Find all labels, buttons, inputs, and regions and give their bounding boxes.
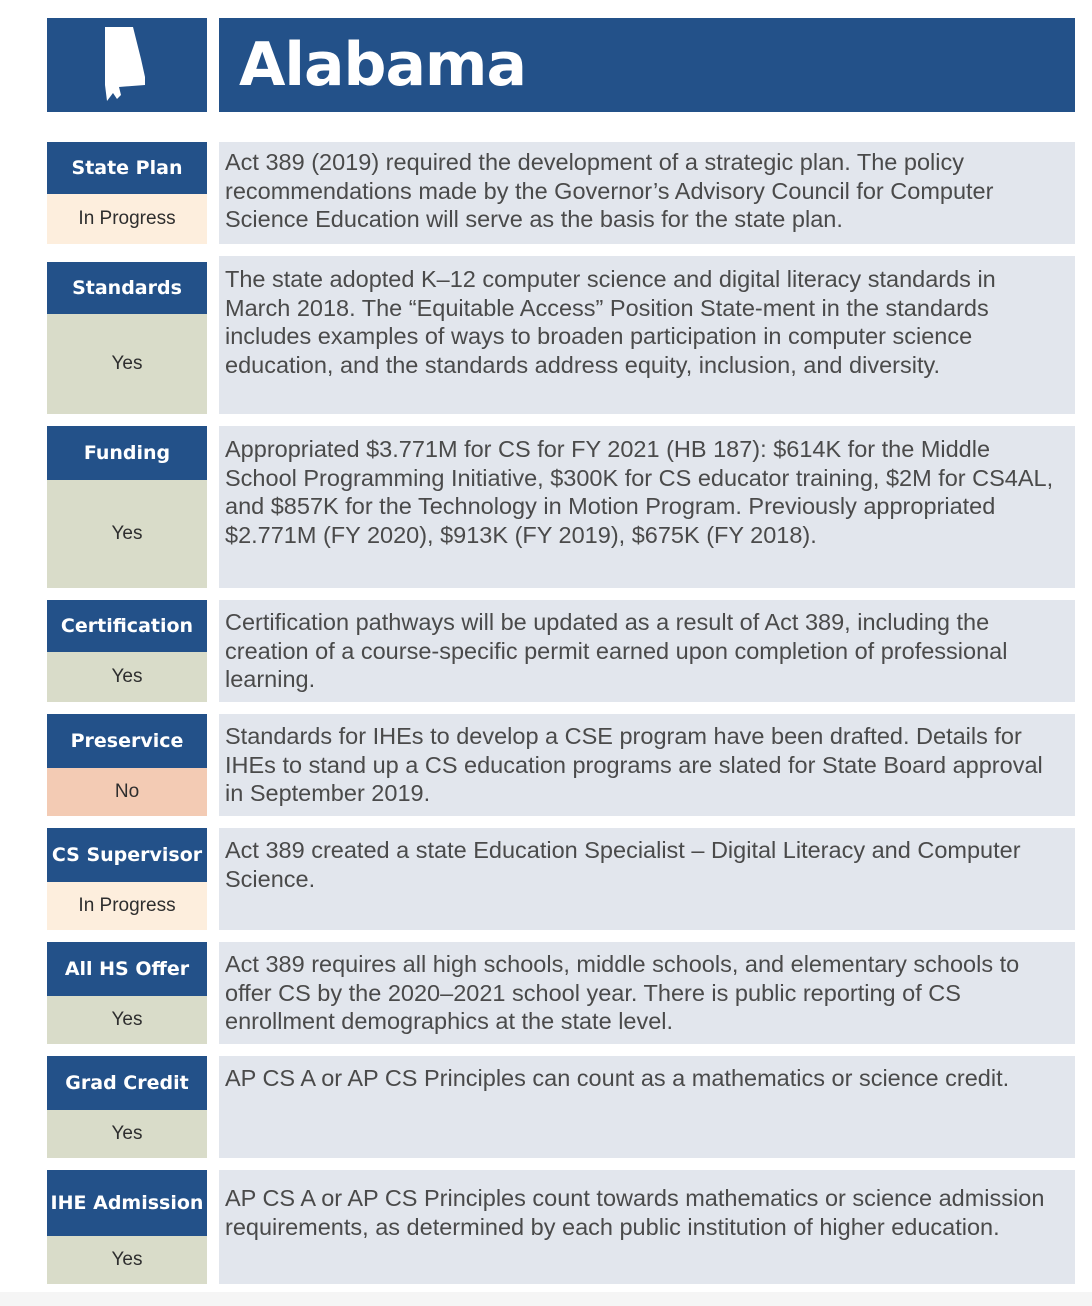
row-label-column: State Plan In Progress xyxy=(47,142,207,244)
row-description-panel: Act 389 requires all high schools, middl… xyxy=(219,942,1075,1044)
row-label-column: Grad Credit Yes xyxy=(47,1056,207,1158)
row-description-panel: Standards for IHEs to develop a CSE prog… xyxy=(219,714,1075,816)
row-description-panel: The state adopted K–12 computer science … xyxy=(219,256,1075,414)
policy-row-certification: Certification Yes Certification pathways… xyxy=(47,600,1075,702)
row-description: The state adopted K–12 computer science … xyxy=(225,266,996,378)
page-title: Alabama xyxy=(239,30,527,100)
row-description: Act 389 requires all high schools, middl… xyxy=(225,951,1020,1035)
status-badge: No xyxy=(47,768,207,816)
row-label-column: Standards Yes xyxy=(47,256,207,414)
row-label: All HS Offer xyxy=(47,942,207,996)
row-label-column: CS Supervisor In Progress xyxy=(47,828,207,930)
state-header: Alabama xyxy=(47,18,1075,112)
row-label: Funding xyxy=(47,426,207,480)
row-label-column: All HS Offer Yes xyxy=(47,942,207,1044)
row-label: Preservice xyxy=(47,714,207,768)
policy-row-grad-credit: Grad Credit Yes AP CS A or AP CS Princip… xyxy=(47,1056,1075,1158)
policy-row-standards: Standards Yes The state adopted K–12 com… xyxy=(47,256,1075,414)
status-badge: Yes xyxy=(47,480,207,588)
row-description: Act 389 (2019) required the development … xyxy=(225,149,994,233)
status-badge: In Progress xyxy=(47,882,207,930)
page-bottom-strip xyxy=(0,1292,1092,1306)
row-description: Certification pathways will be updated a… xyxy=(225,609,1008,693)
status-badge: Yes xyxy=(47,1236,207,1284)
status-badge: In Progress xyxy=(47,194,207,244)
title-box: Alabama xyxy=(219,18,1075,112)
row-description: Standards for IHEs to develop a CSE prog… xyxy=(225,723,1043,807)
row-description: AP CS A or AP CS Principles count toward… xyxy=(225,1185,1045,1240)
status-badge: Yes xyxy=(47,314,207,414)
policy-row-all-hs-offer: All HS Offer Yes Act 389 requires all hi… xyxy=(47,942,1075,1044)
policy-row-preservice: Preservice No Standards for IHEs to deve… xyxy=(47,714,1075,816)
row-description-panel: AP CS A or AP CS Principles can count as… xyxy=(219,1056,1075,1158)
row-label-column: IHE Admission Yes xyxy=(47,1170,207,1284)
row-label-column: Funding Yes xyxy=(47,426,207,588)
row-label-column: Certification Yes xyxy=(47,600,207,702)
row-description: AP CS A or AP CS Principles can count as… xyxy=(225,1065,1010,1091)
status-badge: Yes xyxy=(47,652,207,702)
row-label-column: Preservice No xyxy=(47,714,207,816)
row-description: Appropriated $3.771M for CS for FY 2021 … xyxy=(225,436,1054,548)
row-description-panel: Appropriated $3.771M for CS for FY 2021 … xyxy=(219,426,1075,588)
row-description-panel: Certification pathways will be updated a… xyxy=(219,600,1075,702)
status-badge: Yes xyxy=(47,1110,207,1158)
state-icon-box xyxy=(47,18,207,112)
policy-row-ihe-admission: IHE Admission Yes AP CS A or AP CS Princ… xyxy=(47,1170,1075,1284)
row-description-panel: AP CS A or AP CS Principles count toward… xyxy=(219,1170,1075,1284)
row-label: CS Supervisor xyxy=(47,828,207,882)
row-description-panel: Act 389 (2019) required the development … xyxy=(219,142,1075,244)
row-label: IHE Admission xyxy=(47,1170,207,1236)
row-label: State Plan xyxy=(47,142,207,194)
alabama-state-silhouette-icon xyxy=(105,27,145,101)
row-label: Certification xyxy=(47,600,207,652)
row-description-panel: Act 389 created a state Education Specia… xyxy=(219,828,1075,930)
row-description: Act 389 created a state Education Specia… xyxy=(225,837,1021,892)
status-badge: Yes xyxy=(47,996,207,1044)
policy-row-state-plan: State Plan In Progress Act 389 (2019) re… xyxy=(47,142,1075,244)
row-label: Grad Credit xyxy=(47,1056,207,1110)
row-label: Standards xyxy=(47,262,207,314)
policy-row-cs-supervisor: CS Supervisor In Progress Act 389 create… xyxy=(47,828,1075,930)
policy-row-funding: Funding Yes Appropriated $3.771M for CS … xyxy=(47,426,1075,588)
